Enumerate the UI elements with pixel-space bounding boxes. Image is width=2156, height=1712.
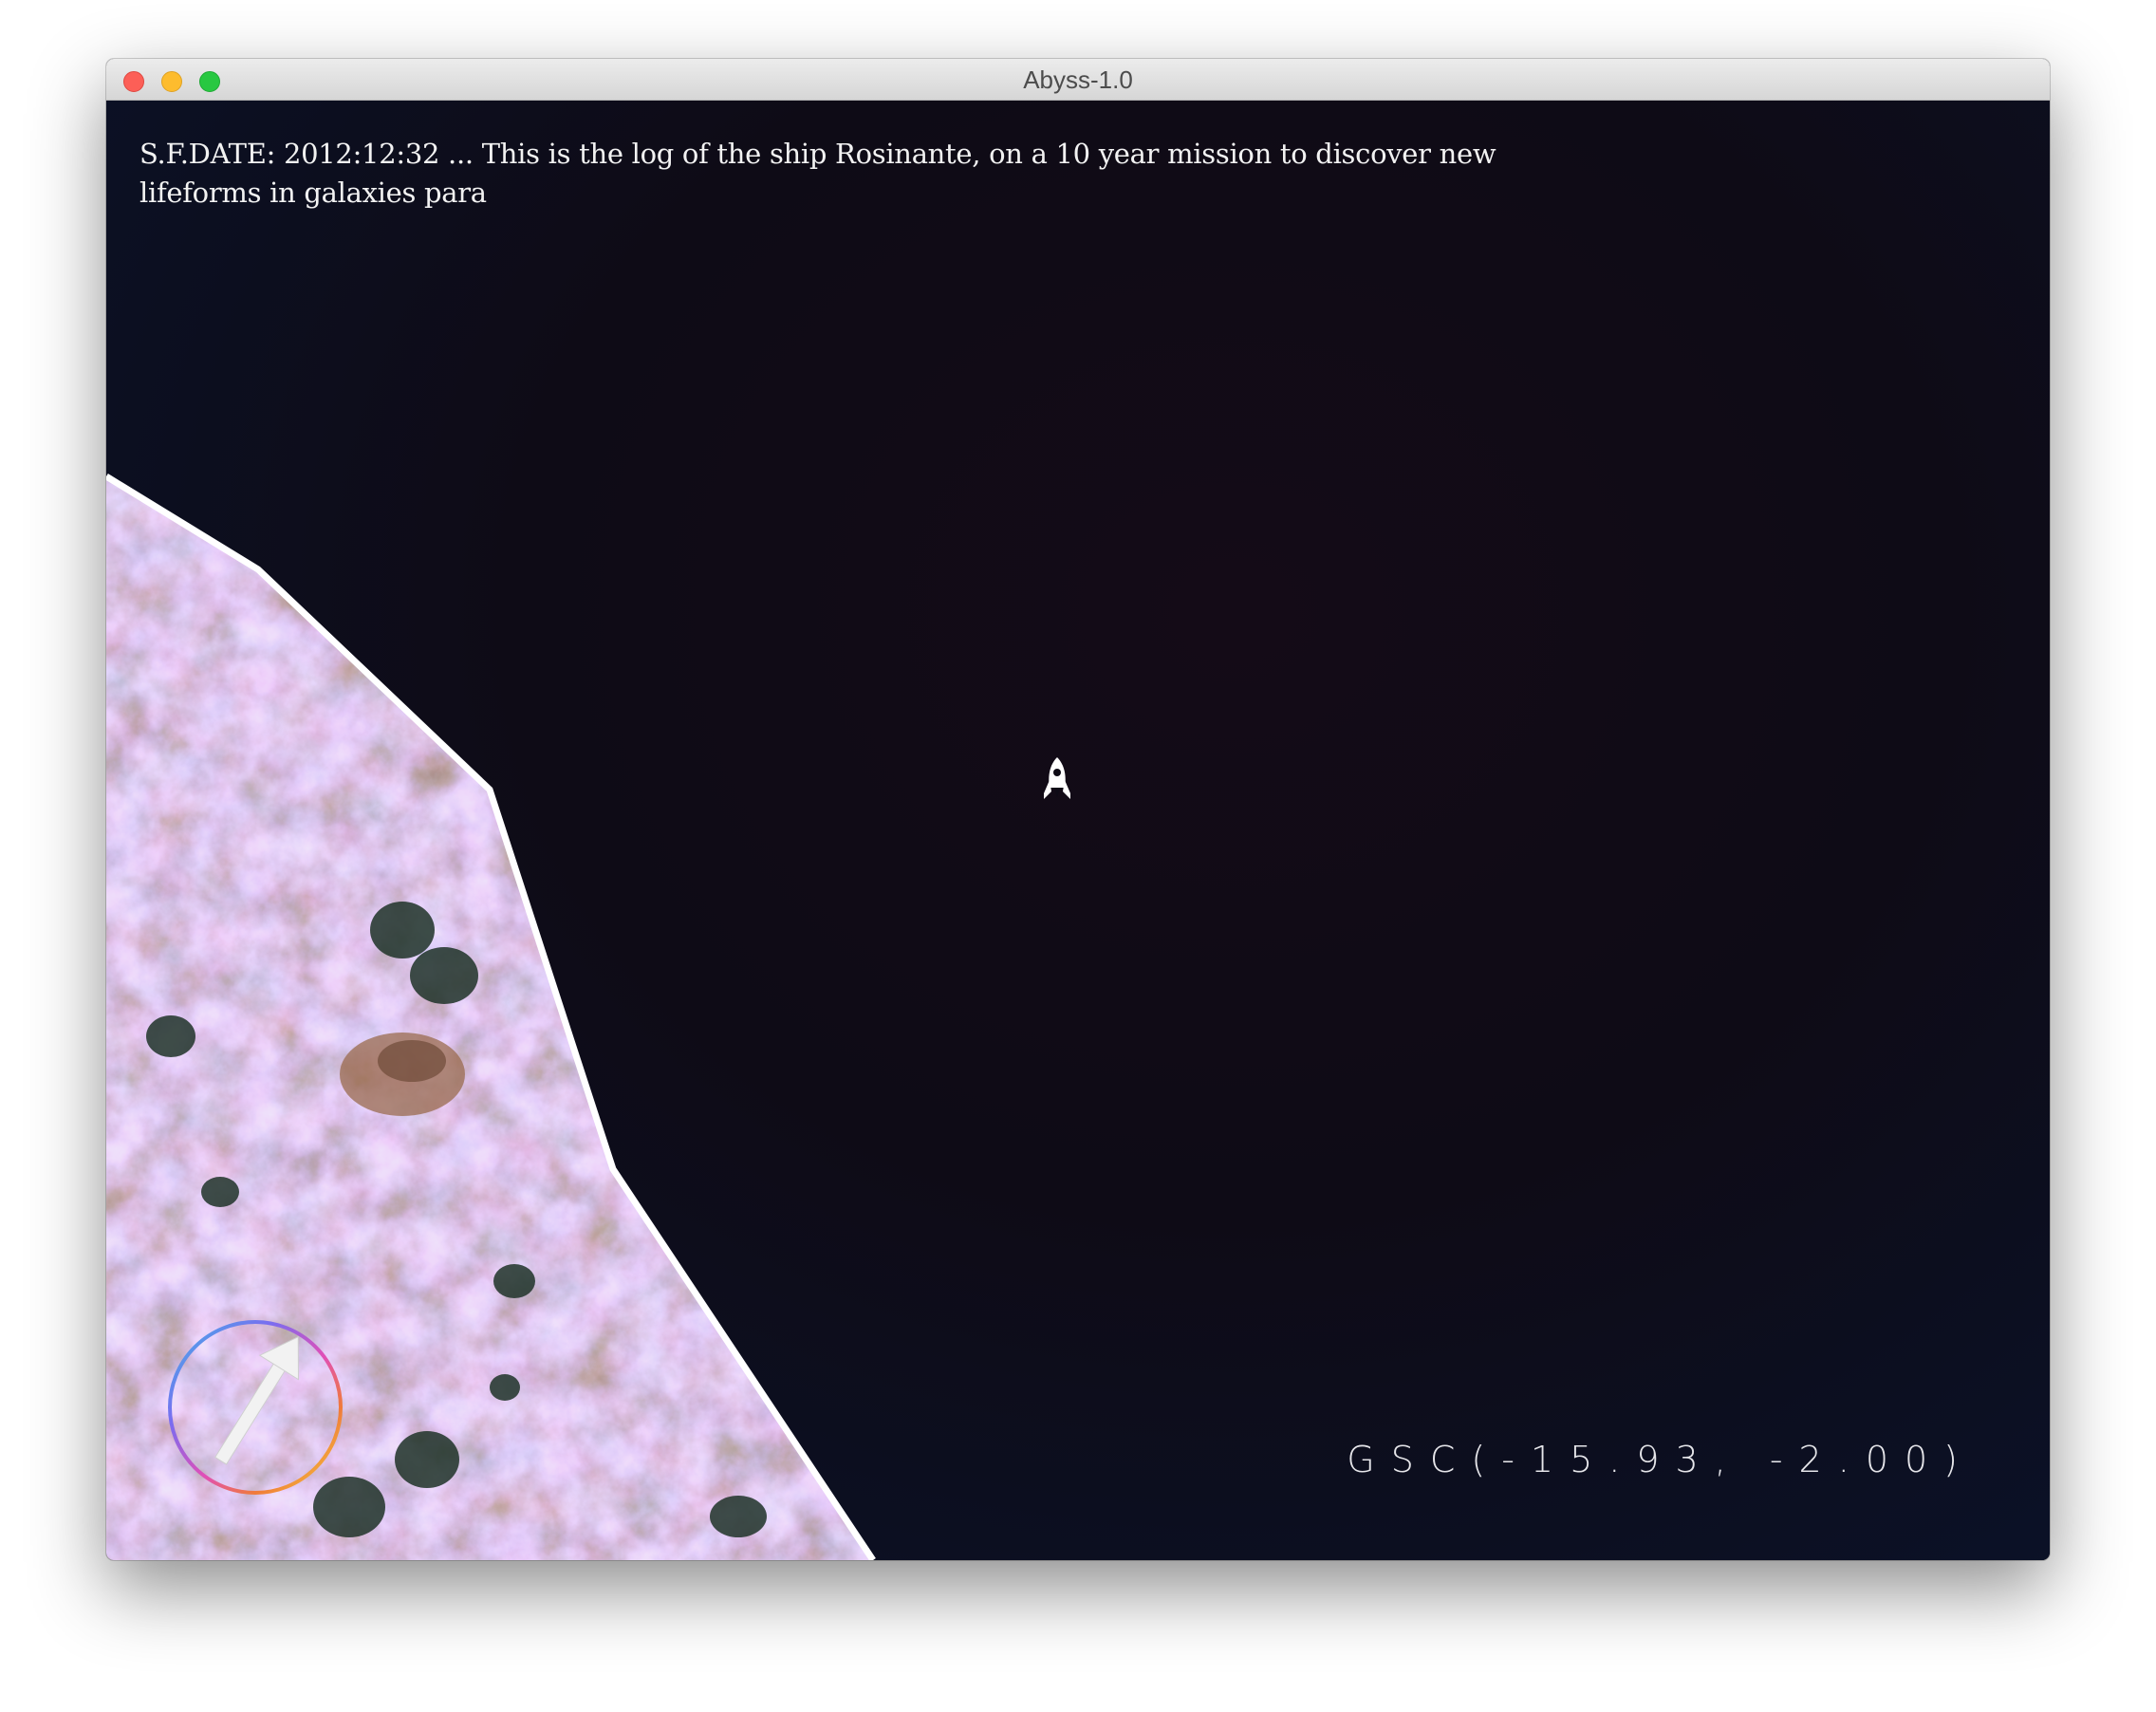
planet-terrain — [106, 474, 876, 1560]
galactic-coordinates: GSC(-15.93, -2.00) — [1347, 1439, 1974, 1480]
title-bar[interactable]: Abyss-1.0 — [106, 59, 2050, 101]
app-window: Abyss-1.0 S.F.DATE: 2012:12:32 ... This … — [106, 59, 2050, 1560]
ship-log-text: S.F.DATE: 2012:12:32 ... This is the log… — [139, 138, 1496, 209]
rocket-icon — [1044, 757, 1070, 799]
window-title: Abyss-1.0 — [1023, 65, 1133, 94]
game-viewport[interactable]: S.F.DATE: 2012:12:32 ... This is the log… — [106, 101, 2050, 1560]
compass-arrow-icon — [168, 1320, 343, 1495]
